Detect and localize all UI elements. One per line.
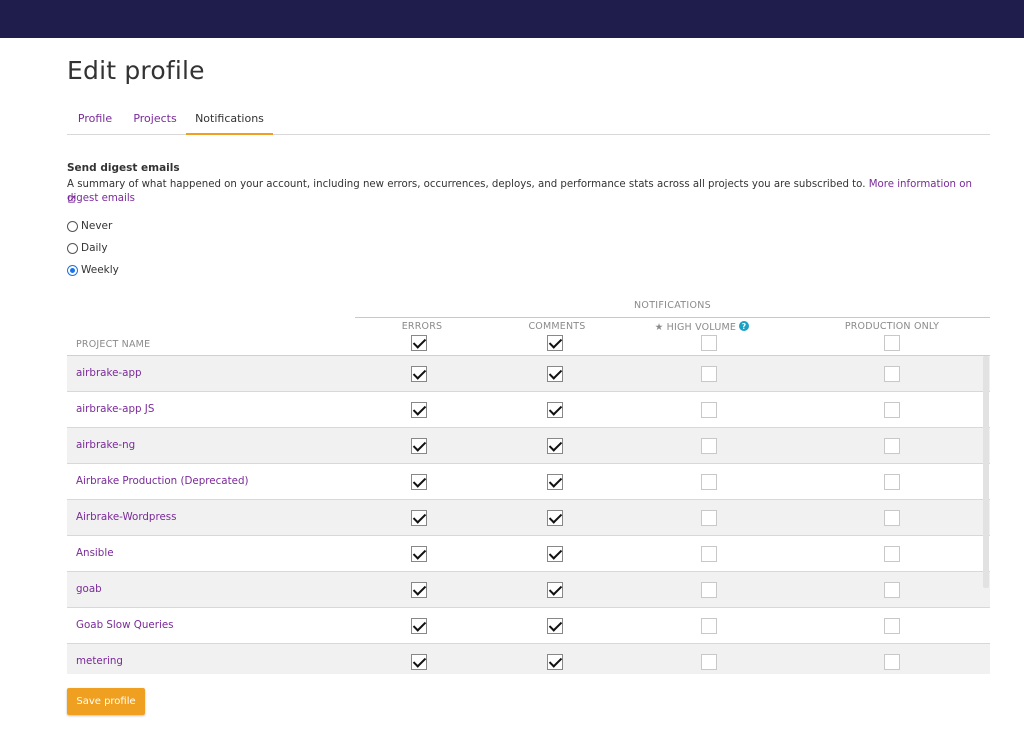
high-volume-checkbox[interactable]: [701, 366, 717, 382]
tab-notifications[interactable]: Notifications: [186, 106, 273, 135]
project-name-link[interactable]: Goab Slow Queries: [76, 619, 174, 631]
radio-never-label: Never: [81, 220, 113, 232]
errors-checkbox[interactable]: [411, 582, 427, 598]
comments-checkbox[interactable]: [547, 582, 563, 598]
page-title: Edit profile: [67, 56, 205, 85]
high-volume-checkbox[interactable]: [701, 474, 717, 490]
high-volume-checkbox[interactable]: [701, 510, 717, 526]
comments-checkbox[interactable]: [547, 402, 563, 418]
table-row: goab: [67, 572, 990, 608]
digest-option-weekly[interactable]: Weekly: [67, 264, 119, 276]
radio-weekly[interactable]: [67, 264, 78, 276]
project-name-link[interactable]: airbrake-app JS: [76, 403, 154, 415]
tab-projects[interactable]: Projects: [125, 106, 185, 135]
high-volume-checkbox[interactable]: [701, 618, 717, 634]
production-only-checkbox[interactable]: [884, 546, 900, 562]
errors-checkbox[interactable]: [411, 618, 427, 634]
external-link-icon[interactable]: [67, 195, 76, 204]
save-profile-button[interactable]: Save profile: [67, 688, 145, 715]
digest-section-title: Send digest emails: [67, 162, 180, 174]
high-volume-checkbox[interactable]: [701, 654, 717, 670]
project-name-link[interactable]: Ansible: [76, 547, 114, 559]
column-header-production-only: PRODUCTION ONLY: [844, 321, 940, 332]
production-only-checkbox[interactable]: [884, 402, 900, 418]
comments-checkbox[interactable]: [547, 618, 563, 634]
tab-profile[interactable]: Profile: [67, 106, 123, 135]
project-name-link[interactable]: airbrake-app: [76, 367, 142, 379]
production-only-checkbox[interactable]: [884, 654, 900, 670]
errors-checkbox[interactable]: [411, 654, 427, 670]
production-only-checkbox[interactable]: [884, 582, 900, 598]
production-only-checkbox[interactable]: [884, 438, 900, 454]
comments-checkbox[interactable]: [547, 654, 563, 670]
errors-checkbox[interactable]: [411, 510, 427, 526]
errors-checkbox[interactable]: [411, 438, 427, 454]
comments-checkbox[interactable]: [547, 546, 563, 562]
high-volume-checkbox[interactable]: [701, 582, 717, 598]
errors-checkbox[interactable]: [411, 366, 427, 382]
project-name-link[interactable]: metering: [76, 655, 123, 667]
high-volume-checkbox[interactable]: [701, 546, 717, 562]
production-only-checkbox[interactable]: [884, 474, 900, 490]
radio-daily[interactable]: [67, 242, 78, 254]
top-nav-bar: [0, 0, 1024, 38]
table-scrollbar[interactable]: [983, 356, 989, 588]
digest-description-text: A summary of what happened on your accou…: [67, 179, 866, 190]
errors-checkbox[interactable]: [411, 474, 427, 490]
notifications-group-header: NOTIFICATIONS: [355, 300, 990, 318]
column-header-comments: COMMENTS: [528, 321, 586, 332]
high-volume-label: ★ HIGH VOLUME: [654, 322, 737, 333]
radio-weekly-label: Weekly: [81, 264, 119, 276]
table-row: Airbrake Production (Deprecated): [67, 464, 990, 500]
comments-checkbox[interactable]: [547, 438, 563, 454]
select-all-high-volume-checkbox[interactable]: [701, 335, 717, 351]
project-name-link[interactable]: Airbrake-Wordpress: [76, 511, 177, 523]
select-all-errors-checkbox[interactable]: [411, 335, 427, 351]
project-name-link[interactable]: airbrake-ng: [76, 439, 135, 451]
table-row: airbrake-app JS: [67, 392, 990, 428]
column-header-high-volume: ★ HIGH VOLUME ?: [652, 321, 752, 333]
select-all-production-only-checkbox[interactable]: [884, 335, 900, 351]
project-name-link[interactable]: Airbrake Production (Deprecated): [76, 475, 249, 487]
projects-table: airbrake-app airbrake-app JS airbrake-ng Ai…: [67, 356, 990, 674]
project-name-link[interactable]: goab: [76, 583, 102, 595]
table-row: airbrake-app: [67, 356, 990, 392]
production-only-checkbox[interactable]: [884, 510, 900, 526]
comments-checkbox[interactable]: [547, 474, 563, 490]
table-row: Goab Slow Queries: [67, 608, 990, 644]
digest-description: A summary of what happened on your accou…: [67, 178, 992, 206]
production-only-checkbox[interactable]: [884, 366, 900, 382]
errors-checkbox[interactable]: [411, 546, 427, 562]
column-header-errors: ERRORS: [401, 321, 443, 332]
table-row: Airbrake-Wordpress: [67, 500, 990, 536]
high-volume-checkbox[interactable]: [701, 438, 717, 454]
radio-daily-label: Daily: [81, 242, 108, 254]
question-circle-icon[interactable]: ?: [739, 321, 750, 331]
table-row: airbrake-ng: [67, 428, 990, 464]
column-header-project-name: PROJECT NAME: [76, 339, 151, 350]
production-only-checkbox[interactable]: [884, 618, 900, 634]
table-row: metering: [67, 644, 990, 674]
table-row: Ansible: [67, 536, 990, 572]
svg-text:?: ?: [742, 322, 747, 331]
errors-checkbox[interactable]: [411, 402, 427, 418]
profile-tabs: Profile Projects Notifications: [67, 106, 990, 135]
digest-option-never[interactable]: Never: [67, 220, 112, 232]
select-all-comments-checkbox[interactable]: [547, 335, 563, 351]
comments-checkbox[interactable]: [547, 366, 563, 382]
digest-option-daily[interactable]: Daily: [67, 242, 108, 254]
radio-never[interactable]: [67, 220, 78, 232]
high-volume-checkbox[interactable]: [701, 402, 717, 418]
comments-checkbox[interactable]: [547, 510, 563, 526]
